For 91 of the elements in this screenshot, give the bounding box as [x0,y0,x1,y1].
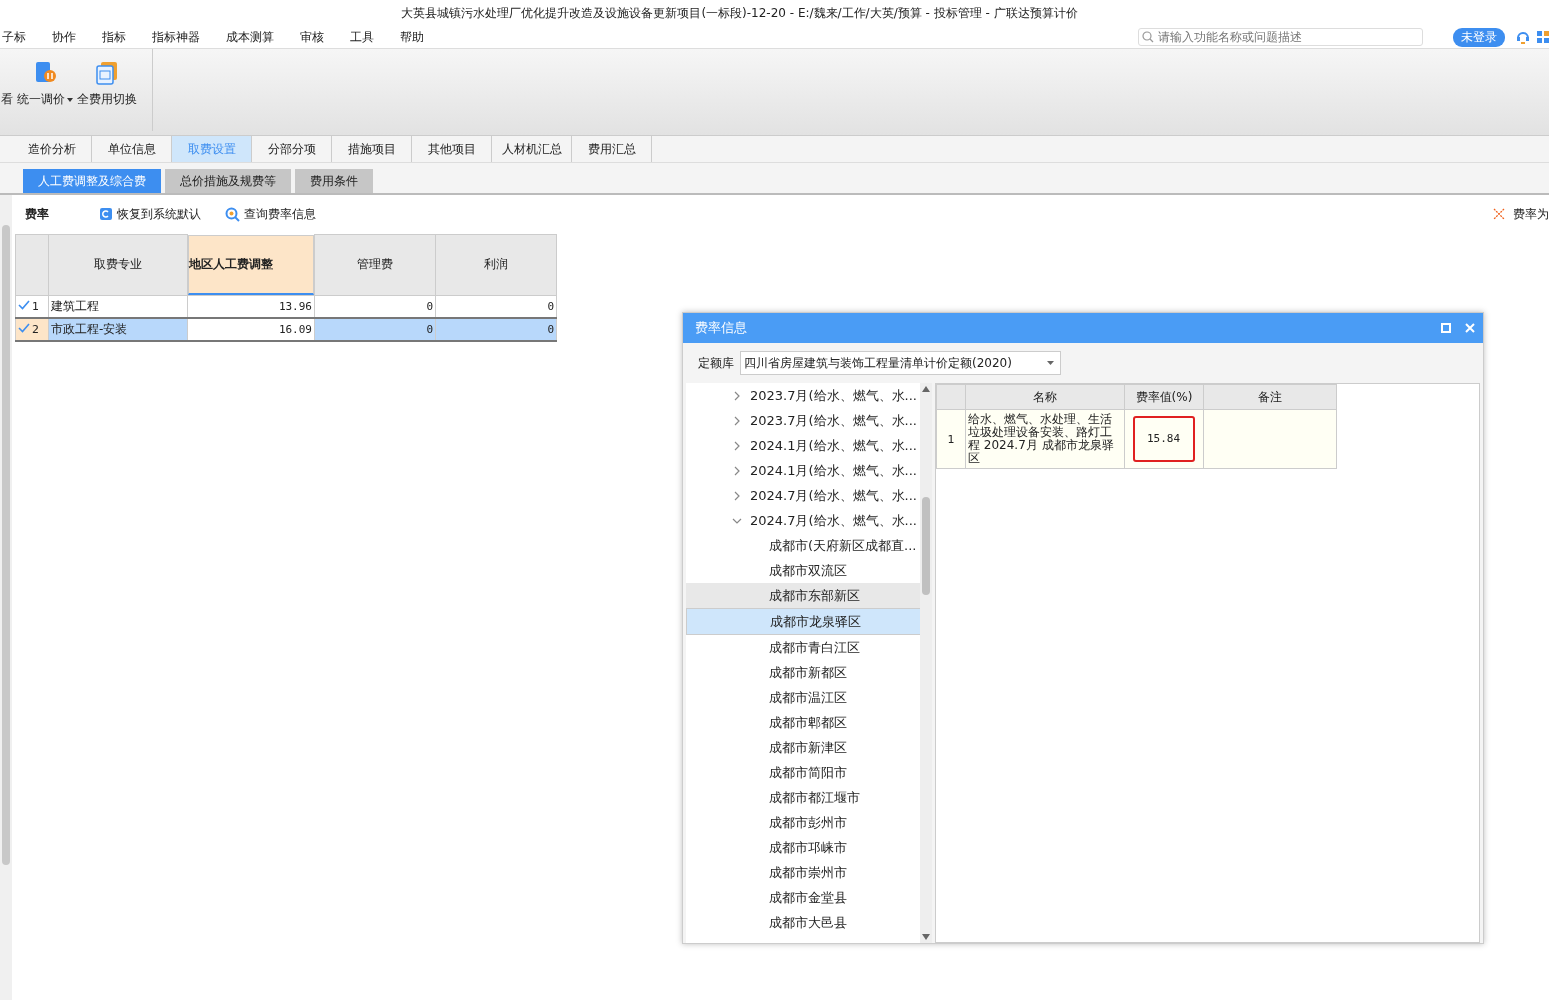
chevron-right-icon[interactable] [732,440,742,451]
scroll-up-icon[interactable] [922,386,930,392]
table-cell: 0 [435,317,557,341]
library-dropdown[interactable]: 四川省房屋建筑与装饰工程量清单计价定额(2020) [740,351,1061,375]
apps-icon[interactable] [1537,29,1549,45]
close-icon[interactable] [1465,323,1475,333]
restore-button[interactable]: 恢复到系统默认 [99,205,201,223]
column-header[interactable]: 取费专业 [48,234,188,295]
column-header[interactable]: 名称 [965,384,1125,410]
menu-item[interactable]: 指标 [102,28,126,46]
scroll-thumb[interactable] [922,497,930,595]
chevron-right-icon[interactable] [732,415,742,426]
tree-item[interactable]: 成都市双流区 [686,558,920,583]
asterisk-icon [1493,208,1505,220]
menu-item[interactable]: 审核 [300,28,324,46]
menu-item[interactable]: 工具 [350,28,374,46]
tree-item[interactable]: 成都市邛崃市 [686,835,920,860]
tree-item[interactable]: 成都市彭州市 [686,810,920,835]
headset-icon[interactable] [1515,29,1531,45]
tree-item[interactable]: 2024.7月(给水、燃气、水... [686,508,920,533]
tree-item[interactable]: 2024.1月(给水、燃气、水... [686,458,920,483]
tree-item[interactable]: 2023.7月(给水、燃气、水... [686,383,920,408]
menu-item[interactable]: 子标 [2,28,26,46]
column-header[interactable]: 管理费 [314,234,436,295]
table-cell: 0 [314,317,436,341]
menu-item[interactable]: 成本测算 [226,28,274,46]
tree-item[interactable]: 成都市新津区 [686,735,920,760]
rate-value: 15.84 [1133,416,1195,462]
tree-item[interactable]: 2024.1月(给水、燃气、水... [686,433,920,458]
tree-item[interactable]: 成都市温江区 [686,685,920,710]
search-icon [1142,31,1154,43]
table-cell: 16.09 [187,317,315,341]
tree-item[interactable]: 成都市崇州市 [686,860,920,885]
chevron-right-icon[interactable] [732,490,742,501]
scroll-down-icon[interactable] [922,934,930,940]
price-adjust-button[interactable]: 统一调价 [15,61,75,108]
tree-item[interactable]: 成都市简阳市 [686,760,920,785]
column-header[interactable]: 费率值(%) [1124,384,1204,410]
scroll-thumb[interactable] [2,225,10,865]
tab[interactable]: 分部分项 [252,136,332,162]
tab[interactable]: 造价分析 [12,136,92,162]
chevron-right-icon[interactable] [732,465,742,476]
tree-item[interactable]: 成都市大邑县 [686,910,920,935]
tree-item[interactable]: 成都市(天府新区成都直... [686,533,920,558]
rate-label: 费率为 [1513,205,1549,223]
query-button[interactable]: 查询费率信息 [225,205,316,223]
scrollbar[interactable] [0,195,12,1000]
tree-item[interactable]: 成都市龙泉驿区 [686,608,920,635]
dialog-title: 费率信息 [695,319,747,337]
table-cell: 给水、燃气、水处理、生活垃圾处理设备安装、路灯工程 2024.7月 成都市龙泉驿区 [965,409,1125,469]
menu-item[interactable]: 指标神器 [152,28,200,46]
tree-item[interactable]: 2024.7月(给水、燃气、水... [686,483,920,508]
menu-item[interactable]: 帮助 [400,28,424,46]
tree-item[interactable]: 成都市金堂县 [686,885,920,910]
tab[interactable]: 费用汇总 [572,136,652,162]
section-title: 费率 [25,205,49,223]
tree-item[interactable]: 成都市东部新区 [686,583,920,608]
caret-icon [67,97,73,102]
sub-tab[interactable]: 总价措施及规费等 [165,169,291,193]
library-label: 定额库 [698,354,734,372]
tab[interactable]: 人材机汇总 [492,136,572,162]
price-adjust-icon [33,61,57,85]
row-number: 1 [936,409,966,469]
check-icon [18,322,30,333]
ribbon-button[interactable]: 看 [1,91,13,108]
check-icon [18,299,30,310]
tab[interactable]: 其他项目 [412,136,492,162]
restore-icon [99,207,113,221]
dropdown-arrow-icon [1047,361,1054,365]
tree-item[interactable]: 成都市郫都区 [686,710,920,735]
column-header[interactable]: 备注 [1203,384,1337,410]
row-number: 2 [32,322,39,336]
column-header[interactable]: 地区人工费调整 [188,234,314,295]
scrollbar[interactable] [920,383,932,943]
search-field[interactable]: 请输入功能名称或问题描述 [1138,28,1423,46]
row-number: 1 [32,299,39,313]
switch-button[interactable]: 全费用切换 [75,61,139,108]
column-header[interactable]: 利润 [435,234,557,295]
table-cell: 市政工程-安装 [48,317,188,341]
window-title: 大英县城镇污水处理厂优化提升改造及设施设备更新项目(一标段)-12-20 - E:/魏来/工作/大英/预算 - 投标管理 - 广联达预算计价 [401,4,1078,22]
tree-item[interactable]: 成都市青白江区 [686,635,920,660]
document-switch-icon [95,61,119,85]
tab[interactable]: 措施项目 [332,136,412,162]
tree-item[interactable]: 成都市新都区 [686,660,920,685]
maximize-icon[interactable] [1441,323,1451,333]
search-icon [225,206,240,222]
tree-item[interactable]: 成都市都江堰市 [686,785,920,810]
menu-item[interactable]: 协作 [52,28,76,46]
chevron-right-icon[interactable] [732,390,742,401]
tree-item[interactable]: 2023.7月(给水、燃气、水... [686,408,920,433]
sub-tab[interactable]: 费用条件 [295,169,373,193]
